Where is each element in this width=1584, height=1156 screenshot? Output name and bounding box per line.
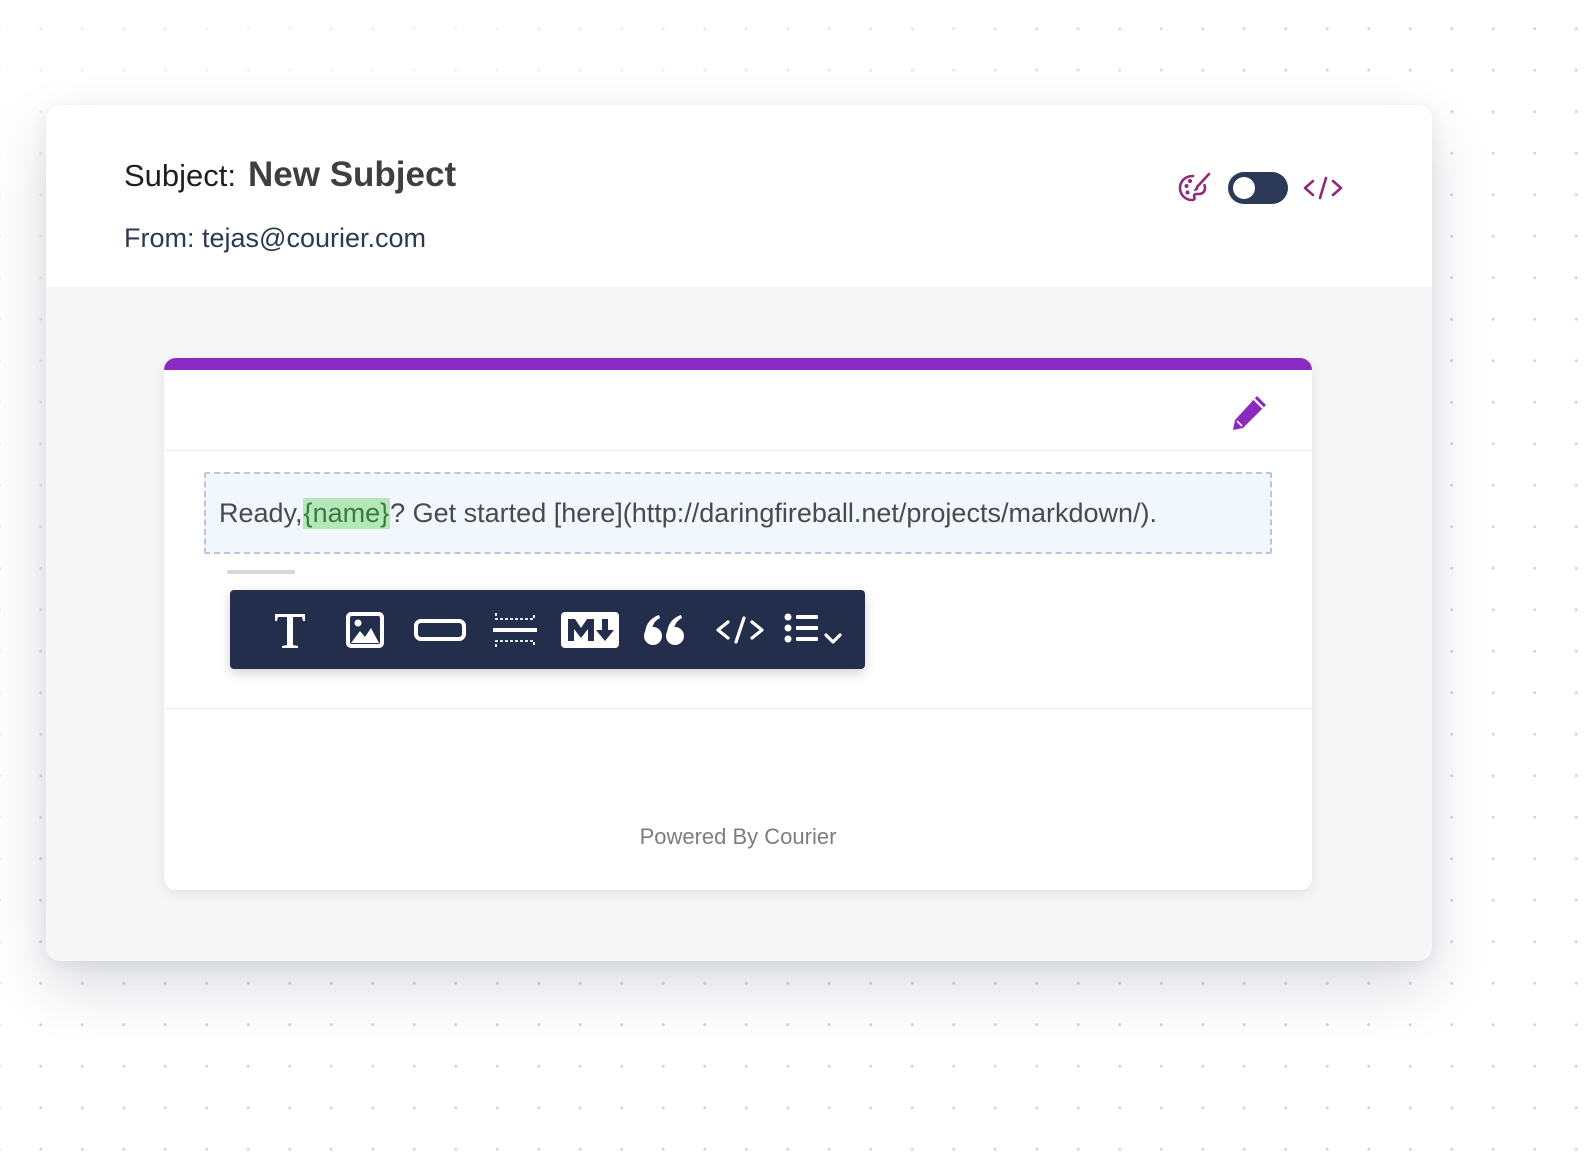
powered-by-footer: Powered By Courier <box>639 824 837 849</box>
block-toolbar <box>230 590 865 669</box>
from-row: From: tejas@courier.com <box>124 223 426 254</box>
text-icon <box>274 613 305 648</box>
button-block-tool[interactable] <box>402 590 477 669</box>
subject-value[interactable]: New Subject <box>248 155 456 195</box>
button-icon <box>413 618 466 641</box>
markdown-text-block[interactable]: Ready, {name}? Get started [here](http:/… <box>204 472 1272 554</box>
image-block-tool[interactable] <box>327 590 402 669</box>
pencil-icon[interactable] <box>1228 390 1272 434</box>
card-divider <box>164 708 1312 709</box>
subject-label: Subject: <box>124 158 237 193</box>
email-template-card: Ready, {name}? Get started [here](http:/… <box>164 358 1312 890</box>
variable-name-highlight: {name} <box>302 497 391 529</box>
email-header: Subject: New Subject From: tejas@courier… <box>46 105 1432 287</box>
list-block-tool[interactable] <box>777 590 852 669</box>
brand-accent-bar <box>164 358 1312 370</box>
markdown-icon <box>560 611 619 648</box>
divider-block-tool[interactable] <box>477 590 552 669</box>
list-icon <box>784 613 842 644</box>
preview-toggle[interactable] <box>1228 172 1288 204</box>
code-icon[interactable] <box>1302 173 1344 203</box>
code-icon <box>715 615 764 644</box>
palette-icon[interactable] <box>1176 170 1212 206</box>
image-icon <box>345 611 384 648</box>
card-header <box>164 370 1312 451</box>
divider-icon <box>492 612 537 647</box>
quote-icon <box>643 614 684 645</box>
drag-handle[interactable] <box>227 570 295 574</box>
subject-row: Subject: New Subject <box>124 155 456 195</box>
header-tools <box>1176 169 1344 207</box>
from-value[interactable]: tejas@courier.com <box>202 223 426 253</box>
body-text-end: ? Get started [here](http://daringfireba… <box>390 497 1157 528</box>
body-text-start: Ready, <box>219 497 303 528</box>
quote-block-tool[interactable] <box>627 590 702 669</box>
from-label: From: <box>124 223 195 253</box>
toggle-knob <box>1233 177 1255 199</box>
html-block-tool[interactable] <box>702 590 777 669</box>
markdown-block-tool[interactable] <box>552 590 627 669</box>
email-preview-window: Subject: New Subject From: tejas@courier… <box>46 105 1432 961</box>
text-block-tool[interactable] <box>252 590 327 669</box>
